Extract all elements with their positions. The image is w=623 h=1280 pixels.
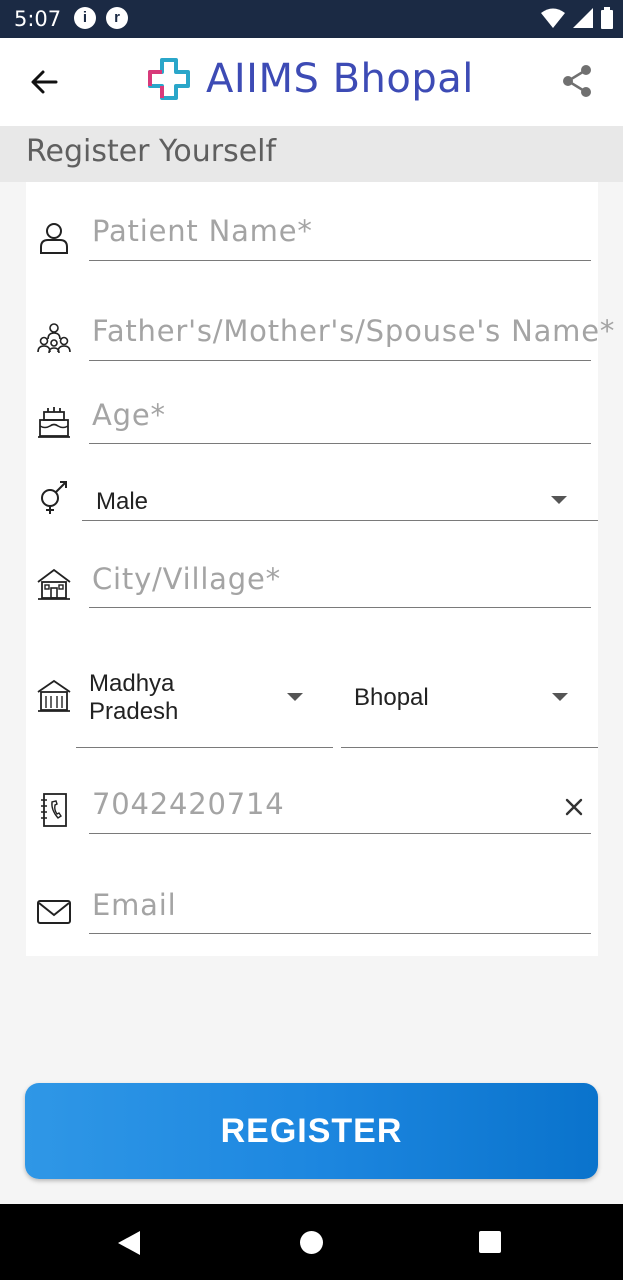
guardian-name-field[interactable]: Father's/Mother's/Spouse's Name* (89, 304, 614, 361)
section-header: Register Yourself (0, 126, 623, 182)
patient-name-row: Patient Name* (26, 204, 598, 284)
age-row: Age* (26, 390, 598, 460)
mobile-field[interactable]: 7042420714 (89, 778, 591, 834)
back-button[interactable] (22, 60, 66, 104)
register-button-label: REGISTER (220, 1112, 403, 1150)
age-placeholder: Age* (92, 398, 166, 432)
city-placeholder: City/Village* (92, 562, 281, 596)
status-time: 5:07 (14, 7, 62, 31)
brand-title: AIIMS Bhopal (206, 56, 474, 102)
city-field[interactable]: City/Village* (89, 552, 591, 608)
city-row: City/Village* (26, 552, 598, 622)
system-nav-bar (0, 1204, 623, 1280)
share-icon (563, 65, 591, 97)
guardian-name-row: Father's/Mother's/Spouse's Name* (26, 304, 614, 384)
district-dropdown-caret-icon (552, 693, 568, 701)
app-bar: AIIMS Bhopal (0, 38, 623, 126)
house-icon (37, 568, 71, 600)
state-selected-value: Madhya Pradesh (89, 670, 178, 726)
patient-name-placeholder: Patient Name* (92, 214, 313, 248)
gender-selected-value: Male (96, 488, 149, 515)
district-selected-value: Bhopal (354, 684, 429, 711)
email-row: Email (26, 878, 598, 948)
mobile-placeholder: 7042420714 (92, 787, 285, 821)
state-value-line2: Pradesh (89, 698, 179, 725)
battery-icon (601, 7, 613, 29)
person-icon (40, 223, 68, 254)
share-button[interactable] (555, 60, 599, 104)
cake-icon (38, 407, 70, 438)
gender-row: Male (26, 476, 598, 522)
guardian-name-placeholder: Father's/Mother's/Spouse's Name* (92, 314, 616, 348)
district-select[interactable]: Bhopal (341, 668, 598, 748)
state-value-line1: Madhya (89, 670, 175, 697)
gender-dropdown-caret-icon (551, 496, 567, 504)
app-logo: AIIMS Bhopal (146, 54, 474, 104)
clear-icon[interactable] (565, 798, 583, 816)
page-title: Register Yourself (26, 134, 277, 169)
email-placeholder: Email (92, 888, 177, 922)
gender-select[interactable]: Male (82, 476, 598, 521)
family-icon (37, 323, 71, 354)
registration-form: Patient Name* Father's/Mother's/Spouse's… (26, 182, 614, 956)
nav-home-icon[interactable] (300, 1231, 323, 1254)
email-field[interactable]: Email (89, 878, 591, 934)
app-notification-icon: r (106, 7, 128, 29)
phone-book-icon (41, 793, 67, 827)
nav-back-icon[interactable] (118, 1231, 140, 1255)
nav-recents-icon[interactable] (479, 1231, 501, 1253)
wifi-icon (541, 8, 565, 28)
status-bar: 5:07 i r (0, 0, 623, 38)
mail-icon (37, 900, 71, 924)
logo-cross-icon (148, 58, 190, 100)
info-icon: i (74, 7, 96, 29)
building-icon (37, 679, 71, 712)
mobile-row: 7042420714 (26, 778, 598, 848)
state-select[interactable]: Madhya Pradesh (76, 668, 333, 748)
register-button[interactable]: REGISTER (25, 1083, 598, 1179)
state-dropdown-caret-icon (287, 693, 303, 701)
age-field[interactable]: Age* (89, 390, 591, 444)
gender-icon (41, 481, 67, 514)
back-arrow-icon (31, 70, 58, 94)
patient-name-field[interactable]: Patient Name* (89, 204, 591, 261)
signal-icon (573, 8, 593, 28)
state-district-row: Madhya Pradesh Bhopal (26, 668, 598, 750)
